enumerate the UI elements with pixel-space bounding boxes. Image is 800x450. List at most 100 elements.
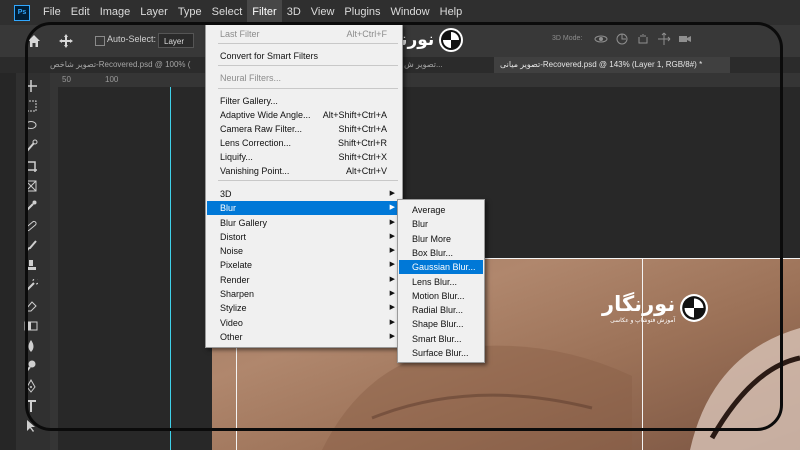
filter-menu-item-lens-correction[interactable]: Lens Correction... Shift+Ctrl+R	[207, 136, 401, 150]
filter-menu-item-camera-raw-filter[interactable]: Camera Raw Filter... Shift+Ctrl+A	[207, 122, 401, 136]
filter-menu-item-blur-gallery[interactable]: Blur Gallery ▶	[207, 216, 401, 230]
menu-filter[interactable]: Filter	[247, 0, 282, 25]
filter-menu-item-video[interactable]: Video ▶	[207, 316, 401, 330]
filter-menu-item-sharpen[interactable]: Sharpen ▶	[207, 287, 401, 301]
tab-document-active[interactable]: تصویر میانی-Recovered.psd @ 143% (Layer …	[494, 57, 730, 73]
pan-3d-icon[interactable]	[636, 32, 650, 46]
auto-select-label: Auto-Select:	[107, 34, 157, 44]
menu-separator	[218, 65, 398, 66]
blur-menu-item-radial-blur[interactable]: Radial Blur...	[399, 303, 483, 317]
menu-select[interactable]: Select	[207, 0, 248, 25]
filter-menu-item-vanishing-point[interactable]: Vanishing Point... Alt+Ctrl+V	[207, 164, 401, 178]
menu-item-label: Lens Correction...	[220, 138, 292, 148]
healing-brush-tool-icon[interactable]	[24, 219, 38, 233]
blur-menu-item-blur[interactable]: Blur	[399, 217, 483, 231]
auto-select-target-dropdown[interactable]: Layer	[158, 33, 194, 48]
filter-menu-item-noise[interactable]: Noise ▶	[207, 244, 401, 258]
filter-menu-item-convert-for-smart-filters[interactable]: Convert for Smart Filters	[207, 49, 401, 63]
menu-file[interactable]: File	[38, 0, 66, 25]
menu-3d[interactable]: 3D	[282, 0, 306, 25]
slide-3d-icon[interactable]	[657, 32, 671, 46]
menu-help[interactable]: Help	[435, 0, 468, 25]
path-selection-tool-icon[interactable]	[24, 419, 38, 433]
submenu-arrow-icon: ▶	[389, 247, 395, 254]
filter-menu-item-neural-filters[interactable]: Neural Filters...	[207, 71, 401, 85]
gradient-tool-icon[interactable]	[24, 319, 38, 333]
submenu-arrow-icon: ▶	[389, 276, 395, 283]
blur-menu-item-blur-more[interactable]: Blur More	[399, 232, 483, 246]
menu-item-label: Surface Blur...	[412, 348, 469, 358]
eraser-tool-icon[interactable]	[24, 299, 38, 313]
pen-tool-icon[interactable]	[24, 378, 38, 393]
brush-tool-icon[interactable]	[24, 239, 38, 253]
marquee-tool-icon[interactable]	[24, 99, 38, 113]
watermark-image-tagline: آموزش فتوشاپ و عکاسی	[610, 318, 676, 324]
menu-edit[interactable]: Edit	[66, 0, 95, 25]
menu-item-label: Filter Gallery...	[220, 96, 278, 106]
video-camera-icon[interactable]	[678, 32, 692, 46]
watermark-image-text: نورنگار آموزش فتوشاپ و عکاسی	[602, 292, 675, 324]
tools-panel	[16, 73, 51, 450]
ruler-tick: 50	[62, 75, 71, 84]
filter-menu-item-distort[interactable]: Distort ▶	[207, 230, 401, 244]
filter-menu-item-stylize[interactable]: Stylize ▶	[207, 301, 401, 315]
dodge-tool-icon[interactable]	[24, 359, 38, 373]
filter-menu-item-3d[interactable]: 3D ▶	[207, 187, 401, 201]
home-icon[interactable]	[26, 33, 42, 49]
lasso-tool-icon[interactable]	[24, 119, 38, 133]
tab-document-1[interactable]: تصویر شاخص-Recovered.psd @ 100% (	[44, 57, 210, 73]
crop-tool-icon[interactable]	[24, 159, 38, 173]
blur-menu-item-lens-blur[interactable]: Lens Blur...	[399, 275, 483, 289]
blur-tool-icon[interactable]	[24, 339, 38, 353]
menu-plugins[interactable]: Plugins	[339, 0, 385, 25]
3d-mode-label: 3D Mode:	[552, 35, 583, 42]
blur-menu-item-surface-blur[interactable]: Surface Blur...	[399, 346, 483, 360]
auto-select-checkbox[interactable]	[95, 36, 105, 46]
photoshop-logo-icon: Ps	[14, 4, 30, 21]
menu-window[interactable]: Window	[386, 0, 435, 25]
menu-layer[interactable]: Layer	[135, 0, 173, 25]
menu-item-label: Convert for Smart Filters	[220, 51, 319, 61]
menu-type[interactable]: Type	[173, 0, 207, 25]
blur-menu-item-smart-blur[interactable]: Smart Blur...	[399, 332, 483, 346]
blur-menu-item-average[interactable]: Average	[399, 203, 483, 217]
blur-menu-item-gaussian-blur[interactable]: Gaussian Blur...	[399, 260, 483, 275]
menu-item-label: Smart Blur...	[412, 333, 462, 344]
orbit-3d-icon[interactable]	[594, 32, 608, 46]
menu-item-shortcut: Shift+Ctrl+A	[338, 124, 387, 134]
blur-menu-item-motion-blur[interactable]: Motion Blur...	[399, 289, 483, 303]
menu-view[interactable]: View	[306, 0, 340, 25]
menu-item-label: Adaptive Wide Angle...	[220, 110, 311, 120]
menu-item-label: 3D	[220, 189, 232, 199]
filter-menu-item-liquify[interactable]: Liquify... Shift+Ctrl+X	[207, 150, 401, 164]
filter-menu: Last Filter Alt+Ctrl+F Convert for Smart F…	[205, 24, 403, 348]
menu-item-label: Neural Filters...	[220, 73, 282, 83]
quick-selection-tool-icon[interactable]	[24, 139, 38, 153]
menu-item-label: Video	[220, 318, 243, 328]
filter-menu-item-adaptive-wide-angle[interactable]: Adaptive Wide Angle... Alt+Shift+Ctrl+A	[207, 108, 401, 122]
frame-tool-icon[interactable]	[24, 179, 38, 193]
history-brush-tool-icon[interactable]	[24, 277, 40, 293]
submenu-arrow-icon: ▶	[389, 290, 395, 297]
filter-menu-item-pixelate[interactable]: Pixelate ▶	[207, 258, 401, 272]
ruler-horizontal: 50 100	[50, 73, 800, 88]
filter-menu-item-other[interactable]: Other ▶	[207, 330, 401, 344]
blur-menu-item-box-blur[interactable]: Box Blur...	[399, 246, 483, 260]
menu-item-label: Average	[412, 205, 446, 215]
tab-document-2[interactable]: تصویر ش...	[400, 57, 490, 73]
menu-item-label: Blur	[412, 219, 429, 230]
filter-menu-item-filter-gallery[interactable]: Filter Gallery...	[207, 94, 401, 108]
eyedropper-tool-icon[interactable]	[24, 199, 38, 213]
move-tool-icon[interactable]	[24, 79, 38, 93]
filter-menu-item-render[interactable]: Render ▶	[207, 273, 401, 287]
filter-menu-item-last-filter[interactable]: Last Filter Alt+Ctrl+F	[207, 27, 401, 41]
menu-image[interactable]: Image	[95, 0, 136, 25]
filter-menu-item-blur[interactable]: Blur ▶	[207, 201, 401, 215]
menu-item-label: Blur	[220, 203, 237, 213]
blur-menu-item-shape-blur[interactable]: Shape Blur...	[399, 317, 483, 331]
clone-stamp-tool-icon[interactable]	[24, 259, 38, 273]
type-tool-icon[interactable]	[24, 399, 38, 413]
move-tool-icon[interactable]	[58, 33, 74, 49]
menu-item-label: Lens Blur...	[412, 276, 458, 287]
roll-3d-icon[interactable]	[615, 32, 629, 46]
